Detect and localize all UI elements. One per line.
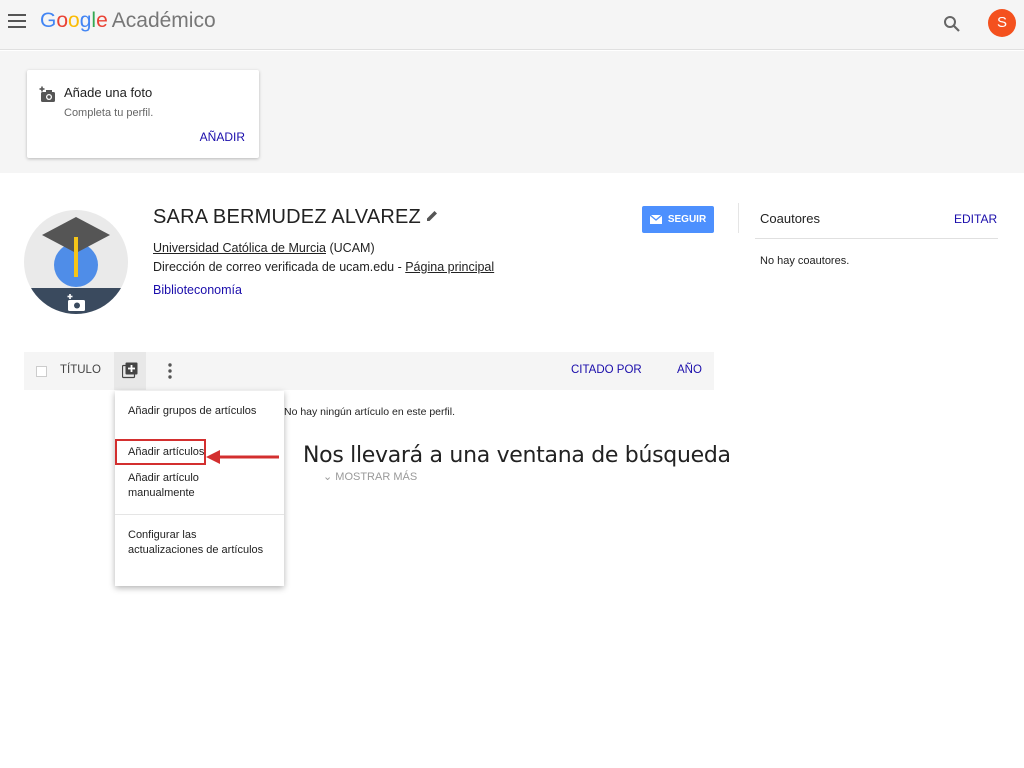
no-articles-message: No hay ningún artículo en este perfil.	[284, 406, 456, 418]
research-interest-link[interactable]: Biblioteconomía	[153, 283, 242, 297]
annotation-text: Nos llevará a una ventana de búsqueda	[303, 443, 731, 468]
highlight-box	[115, 439, 206, 465]
mail-icon	[649, 215, 662, 224]
add-photo-icon	[39, 86, 55, 102]
coauthors-empty-text: No hay coautores.	[760, 255, 850, 267]
column-year[interactable]: AÑO	[677, 364, 702, 376]
column-title[interactable]: TÍTULO	[60, 364, 101, 376]
more-options-icon[interactable]	[166, 362, 174, 380]
annotation-arrow-icon	[206, 450, 279, 464]
divider	[755, 238, 998, 239]
account-avatar[interactable]: S	[988, 9, 1016, 37]
affiliation-link[interactable]: Universidad Católica de Murcia	[153, 241, 326, 255]
scholar-logo[interactable]: Google Académico	[40, 9, 216, 33]
add-photo-card: Añade una foto Completa tu perfil. AÑADI…	[27, 70, 259, 158]
add-articles-menu: Añadir grupos de artículos Añadir artícu…	[115, 391, 284, 586]
select-all-checkbox[interactable]	[36, 366, 47, 377]
add-photo-button[interactable]: AÑADIR	[200, 130, 245, 144]
profile-picture-placeholder[interactable]	[24, 203, 128, 321]
coauthors-heading: Coautores	[760, 211, 820, 226]
chevron-down-icon: ⌄	[323, 471, 333, 483]
add-photo-subtitle: Completa tu perfil.	[64, 107, 154, 119]
menu-item-add-article-manually[interactable]: Añadir artículo manualmente	[128, 471, 268, 501]
follow-button[interactable]: SEGUIR	[642, 206, 714, 233]
menu-item-add-article-groups[interactable]: Añadir grupos de artículos	[128, 404, 268, 419]
add-photo-title: Añade una foto	[64, 85, 153, 100]
top-bar: Google Académico S	[0, 0, 1024, 50]
add-library-icon	[122, 362, 138, 379]
edit-pencil-icon[interactable]	[425, 209, 439, 223]
search-icon[interactable]	[943, 15, 961, 33]
edit-coauthors-button[interactable]: EDITAR	[954, 212, 997, 226]
menu-divider	[115, 514, 284, 515]
add-articles-button[interactable]	[114, 352, 146, 390]
menu-icon[interactable]	[8, 14, 26, 28]
show-more-button[interactable]: ⌄ MOSTRAR MÁS	[323, 470, 417, 483]
product-name: Académico	[111, 9, 216, 32]
homepage-link[interactable]: Página principal	[405, 260, 494, 274]
affiliation: Universidad Católica de Murcia (UCAM)	[153, 241, 375, 255]
verified-email: Dirección de correo verificada de ucam.e…	[153, 260, 495, 274]
menu-item-configure-updates[interactable]: Configurar las actualizaciones de artícu…	[128, 528, 268, 558]
profile-name: SARA BERMUDEZ ALVAREZ	[153, 206, 421, 228]
articles-table-header: TÍTULO CITADO POR AÑO	[24, 352, 714, 390]
column-cited-by[interactable]: CITADO POR	[571, 364, 642, 376]
divider	[738, 203, 739, 233]
